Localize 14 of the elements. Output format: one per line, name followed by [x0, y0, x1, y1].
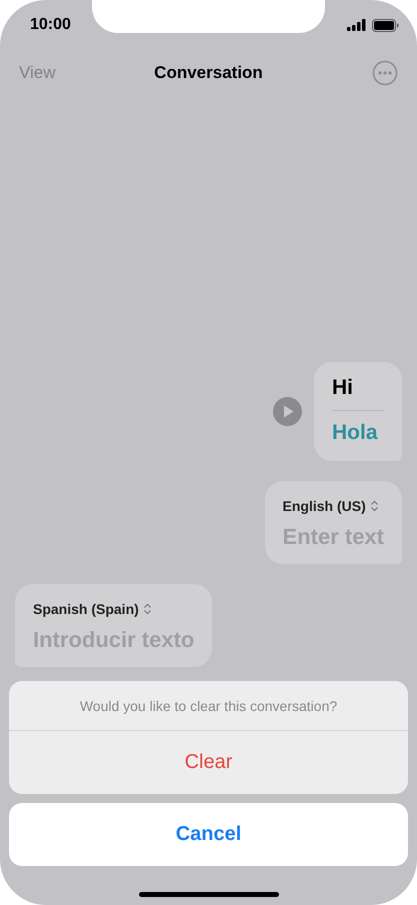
battery-icon	[372, 18, 399, 32]
cancel-button[interactable]: Cancel	[9, 803, 408, 866]
screen-title: Conversation	[154, 63, 263, 83]
signal-icon	[347, 19, 367, 31]
status-time: 10:00	[30, 16, 71, 34]
up-down-chevron-icon	[370, 500, 379, 512]
source-text: Hi	[332, 376, 384, 411]
more-icon[interactable]	[372, 60, 398, 86]
translated-text: Hola	[332, 420, 379, 445]
language-picker[interactable]: English (US)	[282, 498, 379, 514]
sheet-message: Would you like to clear this conversation?	[9, 681, 408, 731]
language-picker[interactable]: Spanish (Spain)	[33, 601, 152, 617]
play-icon[interactable]	[273, 397, 302, 426]
up-down-chevron-icon	[142, 603, 152, 615]
